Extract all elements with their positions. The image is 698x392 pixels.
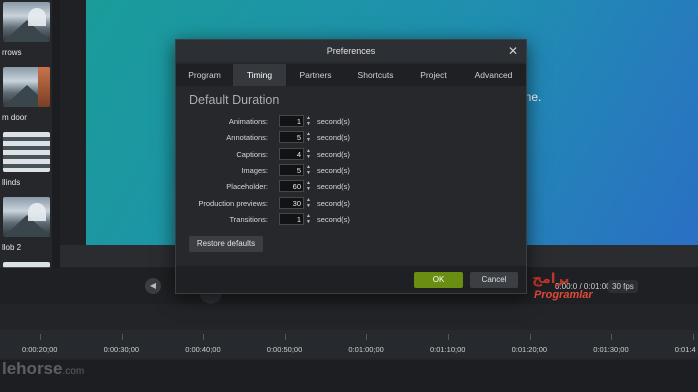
spinner-arrows-icon[interactable]: ▲ ▼ [305, 131, 312, 143]
duration-row: Animations: 1 ▲ ▼ second(s) [176, 115, 526, 129]
media-label: llob 2 [2, 243, 22, 252]
watermark-programlar: Programlar [534, 289, 593, 301]
tab-partners[interactable]: Partners [286, 64, 345, 86]
duration-input[interactable]: 30 [279, 196, 304, 209]
timeline-tick-line [366, 334, 368, 340]
timeline-tick-label: 0:01:4 [674, 345, 696, 354]
timeline-tick-label: 0:00:20;00 [22, 345, 58, 354]
duration-input[interactable]: 60 [279, 180, 304, 193]
close-icon[interactable]: ✕ [506, 44, 520, 58]
timeline-tick-label: 0:01:00;00 [348, 345, 384, 354]
duration-row: Annotations: 5 ▲ ▼ second(s) [176, 131, 526, 145]
duration-unit: second(s) [317, 182, 350, 192]
spinner-arrows-icon[interactable]: ▲ ▼ [305, 180, 312, 192]
section-title: Default Duration [189, 93, 280, 107]
step-back-icon[interactable]: ◀ [145, 278, 161, 294]
duration-unit: second(s) [317, 149, 350, 159]
duration-label: Production previews: [198, 198, 268, 208]
duration-unit: second(s) [317, 117, 350, 126]
tab-program[interactable]: Program [176, 64, 233, 86]
programlar-logo: برامج Programlar [532, 271, 618, 303]
duration-unit: second(s) [317, 198, 350, 208]
duration-input[interactable]: 5 [279, 131, 304, 144]
tab-shortcuts[interactable]: Shortcuts [345, 64, 406, 86]
media-label: llinds [2, 178, 21, 187]
duration-label: Captions: [236, 149, 268, 159]
media-thumbnail[interactable] [3, 132, 50, 172]
tab-project[interactable]: Project [406, 64, 461, 86]
filehorse-logo: lehorse.com [2, 359, 84, 379]
media-label: rrows [2, 48, 22, 57]
duration-row: Transitions: 1 ▲ ▼ second(s) [176, 212, 526, 227]
spinner-arrows-icon[interactable]: ▲ ▼ [305, 148, 312, 160]
timeline-tick-line [40, 334, 41, 340]
preferences-dialog: Preferences ✕ Program Timing Partners Sh… [175, 39, 527, 294]
duration-input[interactable]: 4 [279, 147, 304, 160]
dialog-title: Preferences [176, 40, 526, 62]
media-thumbnail[interactable] [3, 67, 50, 107]
duration-unit: second(s) [317, 133, 350, 143]
duration-input[interactable]: 1 [279, 212, 304, 225]
timeline-tick-line [529, 334, 531, 340]
timeline-tick-label: 0:01:10;00 [430, 345, 466, 354]
spinner-arrows-icon[interactable]: ▲ ▼ [305, 213, 312, 225]
duration-unit: second(s) [317, 165, 350, 175]
duration-label: Animations: [228, 117, 268, 126]
timeline-tick-label: 0:01:30;00 [593, 345, 629, 354]
media-label: m door [2, 113, 27, 122]
spinner-arrows-icon[interactable]: ▲ ▼ [305, 197, 312, 209]
timeline-tick-line [203, 334, 205, 340]
spinner-arrows-icon[interactable]: ▲ ▼ [305, 164, 312, 176]
duration-input[interactable]: 1 [279, 115, 304, 127]
duration-label: Images: [241, 165, 268, 175]
media-bin-scrollbar[interactable] [52, 0, 60, 268]
watermark-filehorse-suffix: .com [62, 366, 85, 377]
duration-label: Placeholder: [226, 182, 268, 192]
media-thumbnail[interactable] [3, 197, 50, 237]
dialog-tabs: Program Timing Partners Shortcuts Projec… [176, 64, 526, 86]
media-thumbnail[interactable] [3, 2, 50, 42]
timeline-tick-label: 0:00:50;00 [266, 345, 303, 354]
timeline-tick-label: 0:00:40;00 [185, 345, 221, 354]
duration-row: Captions: 4 ▲ ▼ second(s) [176, 147, 526, 162]
cancel-button[interactable]: Cancel [470, 272, 518, 288]
restore-defaults-button[interactable]: Restore defaults [189, 236, 263, 252]
tab-advanced[interactable]: Advanced [461, 64, 526, 86]
timeline-tick-line [448, 334, 449, 340]
duration-label: Transitions: [229, 214, 269, 224]
media-bin: rrows m door llinds llob 2 [0, 0, 52, 268]
spinner-arrows-icon[interactable]: ▲ ▼ [305, 115, 312, 127]
timeline-tick-label: 0:00:30;00 [103, 345, 140, 354]
duration-unit: second(s) [317, 214, 350, 224]
duration-label: Annotations: [226, 133, 268, 143]
timeline-tick-line [692, 334, 694, 340]
watermark-arabic: برامج [532, 271, 570, 287]
ok-button[interactable]: OK [414, 272, 463, 288]
duration-row: Images: 5 ▲ ▼ second(s) [176, 163, 526, 178]
duration-row: Placeholder: 60 ▲ ▼ second(s) [176, 180, 526, 194]
duration-input[interactable]: 5 [279, 163, 304, 176]
timeline-tick-line [121, 334, 123, 340]
duration-row: Production previews: 30 ▲ ▼ second(s) [176, 196, 526, 211]
timeline-track[interactable] [0, 360, 698, 392]
tab-timing[interactable]: Timing [233, 64, 286, 86]
timeline-tick-line [284, 334, 286, 340]
watermark-filehorse: lehorse [2, 359, 63, 378]
timeline-tick-line [611, 334, 613, 340]
timeline-tick-label: 0:01:20;00 [511, 345, 548, 354]
